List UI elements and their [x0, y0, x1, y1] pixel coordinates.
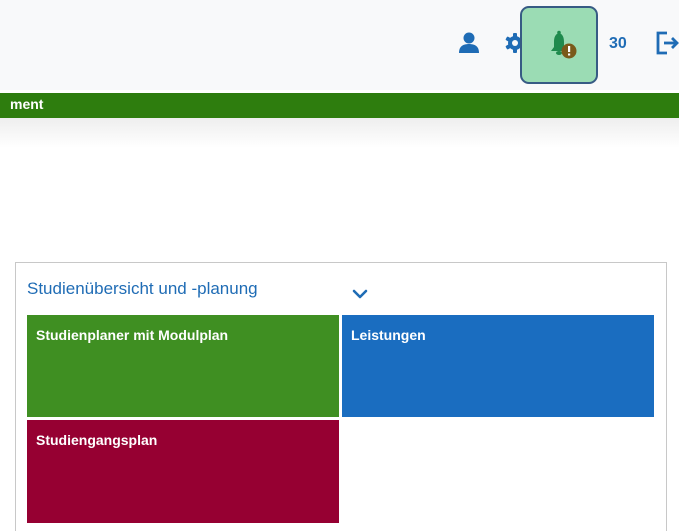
study-overview-panel: Studienübersicht und -planung Studienpla…: [15, 262, 667, 531]
tile-studiengangsplan[interactable]: Studiengangsplan: [27, 420, 339, 523]
tile-label: Studiengangsplan: [36, 432, 158, 448]
tile-studienplaner[interactable]: Studienplaner mit Modulplan: [27, 315, 339, 417]
bell-icon[interactable]: [548, 30, 582, 60]
chevron-down-icon[interactable]: [352, 287, 368, 299]
user-icon[interactable]: [456, 30, 482, 56]
session-timer: 30: [609, 35, 627, 52]
page: 30 ment Studienübersicht und -planung St…: [0, 0, 679, 531]
logout-icon[interactable]: [655, 30, 679, 56]
top-header-bar: 30: [0, 0, 679, 90]
green-ribbon: ment: [0, 93, 679, 118]
ribbon-text: ment: [10, 96, 44, 112]
panel-title[interactable]: Studienübersicht und -planung: [27, 279, 258, 299]
tile-leistungen[interactable]: Leistungen: [342, 315, 654, 417]
tile-label: Leistungen: [351, 327, 426, 343]
tile-label: Studienplaner mit Modulplan: [36, 327, 229, 343]
header-shadow: [0, 118, 679, 148]
